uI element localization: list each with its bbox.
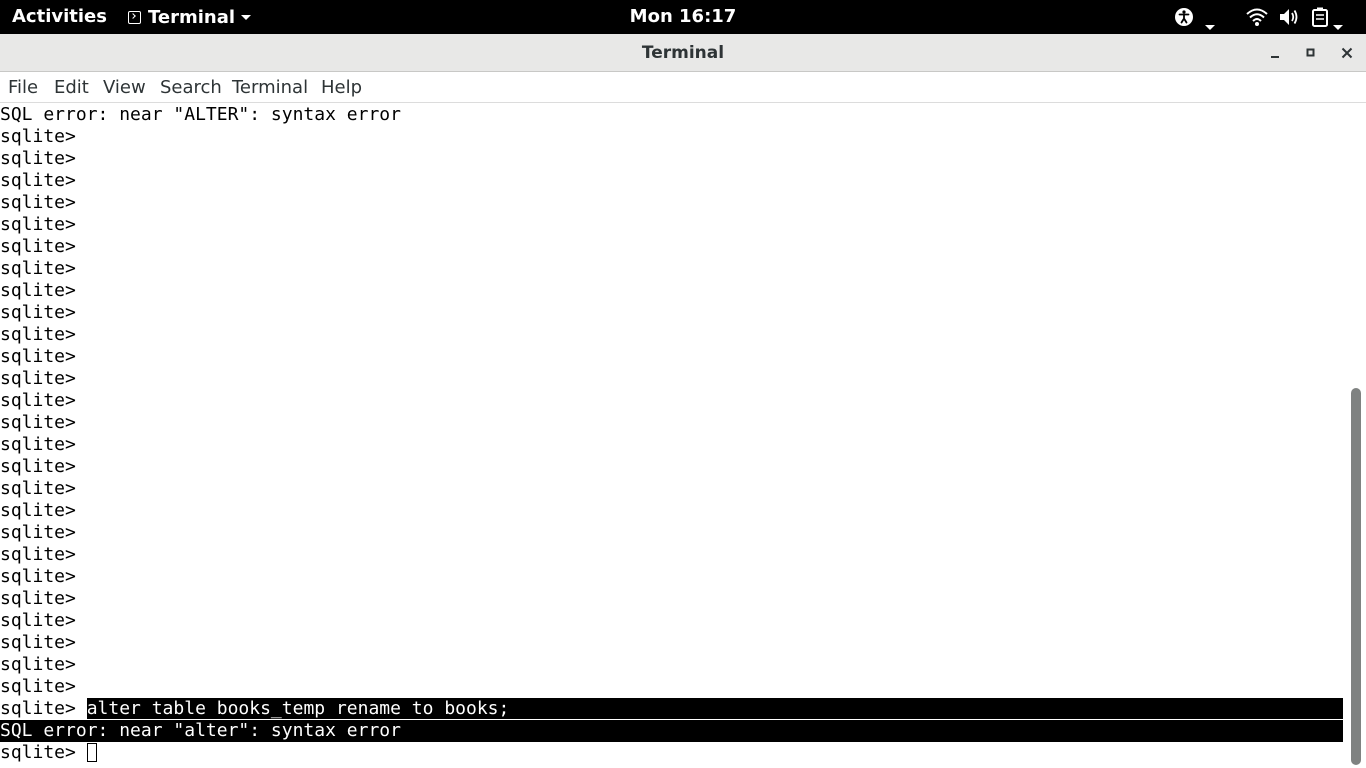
chevron-down-icon — [241, 14, 252, 20]
volume-icon[interactable] — [1278, 7, 1300, 31]
terminal-line: sqlite> — [0, 148, 1346, 170]
text-cursor — [86, 743, 97, 762]
top-bar: Activities Terminal Mon 16:17 — [0, 0, 1366, 34]
prompt: sqlite> — [0, 390, 87, 411]
prompt: sqlite> — [0, 192, 87, 213]
terminal-line: sqlite> — [0, 126, 1346, 148]
terminal-line: sqlite> — [0, 302, 1346, 324]
prompt: sqlite> — [0, 346, 87, 367]
terminal-line: sqlite> — [0, 258, 1346, 280]
prompt: sqlite> — [0, 478, 87, 499]
prompt: sqlite> — [0, 280, 87, 301]
terminal-line: sqlite> — [0, 346, 1346, 368]
prompt: sqlite> — [0, 324, 87, 345]
chevron-down-icon[interactable] — [1333, 15, 1343, 34]
terminal-line: sqlite> — [0, 478, 1346, 500]
error-message: SQL error: near "ALTER": syntax error — [0, 104, 401, 125]
terminal-line: sqlite> — [0, 368, 1346, 390]
terminal-line: sqlite> — [0, 544, 1346, 566]
close-button[interactable] — [1335, 41, 1359, 65]
terminal-line: sqlite> — [0, 522, 1346, 544]
terminal-line: sqlite> — [0, 390, 1346, 412]
prompt: sqlite> — [0, 632, 87, 653]
menu-terminal[interactable]: Terminal — [232, 72, 308, 103]
wifi-icon[interactable] — [1246, 7, 1268, 31]
terminal-line: sqlite> — [0, 632, 1346, 654]
menu-edit[interactable]: Edit — [54, 72, 89, 103]
prompt: sqlite> — [0, 214, 87, 235]
menu-bar: File Edit View Search Terminal Help — [0, 72, 1366, 103]
terminal-line: sqlite> — [0, 236, 1346, 258]
menu-file[interactable]: File — [8, 72, 38, 103]
maximize-button[interactable] — [1299, 41, 1323, 65]
prompt: sqlite> — [0, 126, 87, 147]
accessibility-icon[interactable] — [1174, 7, 1196, 31]
terminal-line: sqlite> — [0, 214, 1346, 236]
vertical-scrollbar[interactable] — [1346, 103, 1366, 768]
menu-search[interactable]: Search — [160, 72, 222, 103]
terminal-line: sqlite> — [0, 412, 1346, 434]
menu-view[interactable]: View — [103, 72, 146, 103]
error-message: SQL error: near "alter": syntax error — [0, 720, 401, 741]
prompt: sqlite> — [0, 258, 87, 279]
prompt: sqlite> — [0, 544, 87, 565]
prompt: sqlite> — [0, 302, 87, 323]
terminal-line: sqlite> — [0, 192, 1346, 214]
terminal-line: sqlite> — [0, 280, 1346, 302]
selected-command: alter table books_temp rename to books; — [86, 698, 1343, 719]
chevron-down-icon[interactable] — [1205, 15, 1215, 34]
terminal-line: sqlite> — [0, 324, 1346, 346]
menu-help[interactable]: Help — [321, 72, 362, 103]
minimize-button[interactable] — [1263, 41, 1287, 65]
activities-button[interactable]: Activities — [12, 0, 107, 34]
terminal-line: sqlite> — [0, 434, 1346, 456]
window-titlebar[interactable]: Terminal — [0, 34, 1366, 72]
prompt: sqlite> — [0, 170, 87, 191]
terminal-line: SQL error: near "alter": syntax error — [0, 720, 1343, 742]
prompt: sqlite> — [0, 236, 87, 257]
terminal-line: sqlite> alter table books_temp rename to… — [0, 698, 1343, 720]
prompt: sqlite> — [0, 698, 87, 719]
minimize-icon — [1271, 56, 1279, 58]
close-icon — [1341, 47, 1353, 59]
prompt: sqlite> — [0, 654, 87, 675]
prompt: sqlite> — [0, 522, 87, 543]
prompt: sqlite> — [0, 566, 87, 587]
terminal-line: sqlite> — [0, 742, 1346, 764]
terminal-line: sqlite> — [0, 654, 1346, 676]
prompt: sqlite> — [0, 676, 87, 697]
terminal-output[interactable]: SQL error: near "ALTER": syntax error sql… — [0, 103, 1346, 768]
terminal-line: sqlite> — [0, 610, 1346, 632]
prompt: sqlite> — [0, 742, 87, 763]
terminal-line: sqlite> — [0, 170, 1346, 192]
prompt: sqlite> — [0, 434, 87, 455]
terminal-line: sqlite> — [0, 676, 1346, 698]
terminal-line: SQL error: near "ALTER": syntax error — [0, 104, 1346, 126]
terminal-lines: SQL error: near "ALTER": syntax error sql… — [0, 104, 1346, 764]
prompt: sqlite> — [0, 368, 87, 389]
battery-icon[interactable] — [1311, 7, 1329, 31]
app-menu-button[interactable]: Terminal — [128, 0, 252, 34]
maximize-icon — [1306, 48, 1315, 57]
scrollbar-thumb[interactable] — [1351, 388, 1361, 765]
terminal-line: sqlite> — [0, 500, 1346, 522]
prompt: sqlite> — [0, 610, 87, 631]
terminal-line: sqlite> — [0, 566, 1346, 588]
terminal-line: sqlite> — [0, 588, 1346, 610]
prompt: sqlite> — [0, 148, 87, 169]
prompt: sqlite> — [0, 412, 87, 433]
app-menu-label: Terminal — [148, 6, 236, 28]
prompt: sqlite> — [0, 456, 87, 477]
prompt: sqlite> — [0, 588, 87, 609]
prompt: sqlite> — [0, 500, 87, 521]
terminal-line: sqlite> — [0, 456, 1346, 478]
window-title: Terminal — [641, 43, 725, 63]
terminal-app-icon — [128, 10, 141, 24]
